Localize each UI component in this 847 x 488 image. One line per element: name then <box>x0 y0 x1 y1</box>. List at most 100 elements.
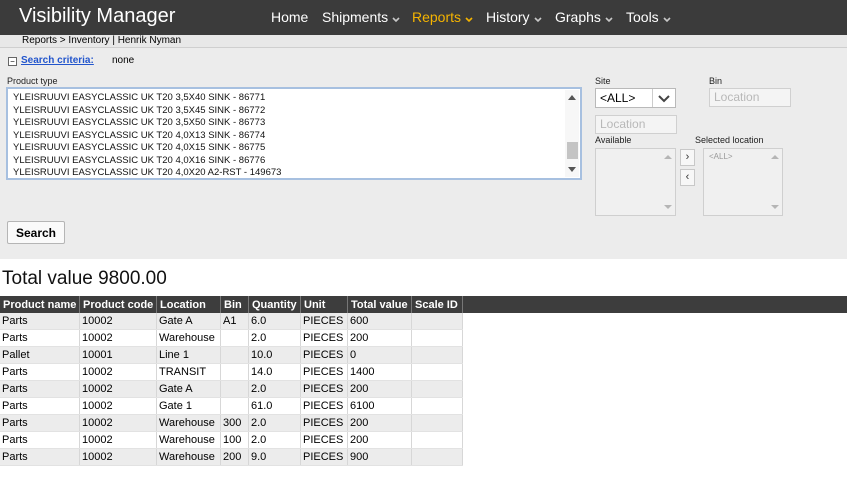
cell-scale-id <box>411 414 463 432</box>
collapse-icon[interactable]: − <box>8 57 17 66</box>
nav-graphs[interactable]: Graphs <box>555 9 613 26</box>
bin-input[interactable]: Location <box>709 88 791 107</box>
cell-product-name: Parts <box>0 431 80 449</box>
scroll-up-icon[interactable] <box>771 155 779 159</box>
nav-tools[interactable]: Tools <box>626 9 671 26</box>
nav-reports[interactable]: Reports <box>412 9 473 26</box>
cell-quantity: 2.0 <box>248 329 301 347</box>
cell-bin <box>220 397 249 415</box>
col-scale-id[interactable]: Scale ID <box>411 296 463 313</box>
chevron-down-icon <box>663 10 671 26</box>
chevron-down-icon <box>465 10 473 26</box>
cell-total-value: 200 <box>347 431 412 449</box>
list-scrollbar[interactable] <box>565 90 579 177</box>
cell-total-value: 1400 <box>347 363 412 381</box>
scroll-thumb[interactable] <box>567 142 578 159</box>
top-bar: Visibility Manager Home Shipments Report… <box>0 0 847 35</box>
site-label: Site <box>595 76 611 86</box>
cell-location: Warehouse <box>156 448 221 466</box>
cell-product-code: 10002 <box>79 363 157 381</box>
cell-product-name: Parts <box>0 380 80 398</box>
search-panel: − Search criteria: none Product type YLE… <box>0 48 847 259</box>
move-right-button[interactable]: › <box>680 149 695 166</box>
site-select[interactable]: <ALL> <box>595 88 676 108</box>
cell-unit: PIECES <box>300 380 348 398</box>
scroll-up-icon[interactable] <box>568 95 576 100</box>
col-product-code[interactable]: Product code <box>79 296 157 313</box>
cell-product-code: 10002 <box>79 448 157 466</box>
table-row[interactable]: Parts 10002 Gate 1 61.0 PIECES 6100 <box>0 397 463 415</box>
cell-bin: A1 <box>220 313 249 330</box>
list-item[interactable]: YLEISRUUVI EASYCLASSIC UK T20 4,0X13 SIN… <box>13 130 265 141</box>
table-row[interactable]: Pallet 10001 Line 1 10.0 PIECES 0 <box>0 346 463 364</box>
cell-location: Line 1 <box>156 346 221 364</box>
list-scrollbar[interactable] <box>769 151 780 213</box>
cell-total-value: 6100 <box>347 397 412 415</box>
cell-product-name: Parts <box>0 329 80 347</box>
app-title[interactable]: Visibility Manager <box>19 5 175 28</box>
list-item[interactable]: YLEISRUUVI EASYCLASSIC UK T20 3,5X50 SIN… <box>13 117 265 128</box>
col-total-value[interactable]: Total value <box>347 296 412 313</box>
cell-unit: PIECES <box>300 448 348 466</box>
cell-location: Warehouse <box>156 329 221 347</box>
table-row[interactable]: Parts 10002 TRANSIT 14.0 PIECES 1400 <box>0 363 463 381</box>
cell-unit: PIECES <box>300 414 348 432</box>
chevron-down-icon[interactable] <box>652 89 675 107</box>
list-item[interactable]: YLEISRUUVI EASYCLASSIC UK T20 3,5X40 SIN… <box>13 92 265 103</box>
cell-location: Warehouse <box>156 414 221 432</box>
table-row[interactable]: Parts 10002 Warehouse 100 2.0 PIECES 200 <box>0 431 463 449</box>
cell-quantity: 9.0 <box>248 448 301 466</box>
location-input[interactable]: Location <box>595 115 677 134</box>
col-location[interactable]: Location <box>156 296 221 313</box>
list-item[interactable]: YLEISRUUVI EASYCLASSIC UK T20 4,0X16 SIN… <box>13 155 265 166</box>
chevron-down-icon <box>392 10 400 26</box>
list-item[interactable]: YLEISRUUVI EASYCLASSIC UK T20 4,0X15 SIN… <box>13 142 265 153</box>
scroll-down-icon[interactable] <box>664 205 672 209</box>
selected-location-list[interactable]: <ALL> <box>703 148 783 216</box>
cell-scale-id <box>411 346 463 364</box>
cell-product-name: Parts <box>0 313 80 330</box>
cell-scale-id <box>411 329 463 347</box>
table-row[interactable]: Parts 10002 Gate A A1 6.0 PIECES 600 <box>0 313 463 330</box>
cell-location: Gate A <box>156 313 221 330</box>
nav-shipments[interactable]: Shipments <box>322 9 400 26</box>
cell-unit: PIECES <box>300 397 348 415</box>
move-left-button[interactable]: ‹ <box>680 169 695 186</box>
scroll-down-icon[interactable] <box>568 167 576 172</box>
nav-home[interactable]: Home <box>271 9 308 25</box>
cell-scale-id <box>411 313 463 330</box>
cell-location: Warehouse <box>156 431 221 449</box>
search-button[interactable]: Search <box>7 221 65 244</box>
table-header-fill <box>461 296 847 313</box>
cell-scale-id <box>411 431 463 449</box>
cell-total-value: 900 <box>347 448 412 466</box>
search-criteria-link[interactable]: Search criteria: <box>21 55 94 66</box>
list-item[interactable]: <ALL> <box>709 152 733 161</box>
list-item[interactable]: YLEISRUUVI EASYCLASSIC UK T20 4,0X20 A2-… <box>13 167 281 178</box>
cell-bin <box>220 380 249 398</box>
col-product-name[interactable]: Product name <box>0 296 80 313</box>
cell-bin: 300 <box>220 414 249 432</box>
cell-total-value: 200 <box>347 380 412 398</box>
scroll-up-icon[interactable] <box>664 155 672 159</box>
table-row[interactable]: Parts 10002 Gate A 2.0 PIECES 200 <box>0 380 463 398</box>
scroll-down-icon[interactable] <box>771 205 779 209</box>
list-item[interactable]: YLEISRUUVI EASYCLASSIC UK T20 3,5X45 SIN… <box>13 105 265 116</box>
col-bin[interactable]: Bin <box>220 296 249 313</box>
cell-product-name: Parts <box>0 414 80 432</box>
cell-product-code: 10002 <box>79 313 157 330</box>
table-row[interactable]: Parts 10002 Warehouse 200 9.0 PIECES 900 <box>0 448 463 466</box>
col-unit[interactable]: Unit <box>300 296 348 313</box>
table-row[interactable]: Parts 10002 Warehouse 300 2.0 PIECES 200 <box>0 414 463 432</box>
product-type-list[interactable]: YLEISRUUVI EASYCLASSIC UK T20 3,5X40 SIN… <box>6 87 582 180</box>
cell-total-value: 0 <box>347 346 412 364</box>
col-quantity[interactable]: Quantity <box>248 296 301 313</box>
available-list[interactable] <box>595 148 676 216</box>
cell-scale-id <box>411 448 463 466</box>
cell-product-name: Pallet <box>0 346 80 364</box>
cell-quantity: 14.0 <box>248 363 301 381</box>
table-row[interactable]: Parts 10002 Warehouse 2.0 PIECES 200 <box>0 329 463 347</box>
nav-history[interactable]: History <box>486 9 542 26</box>
list-scrollbar[interactable] <box>662 151 673 213</box>
cell-total-value: 600 <box>347 313 412 330</box>
